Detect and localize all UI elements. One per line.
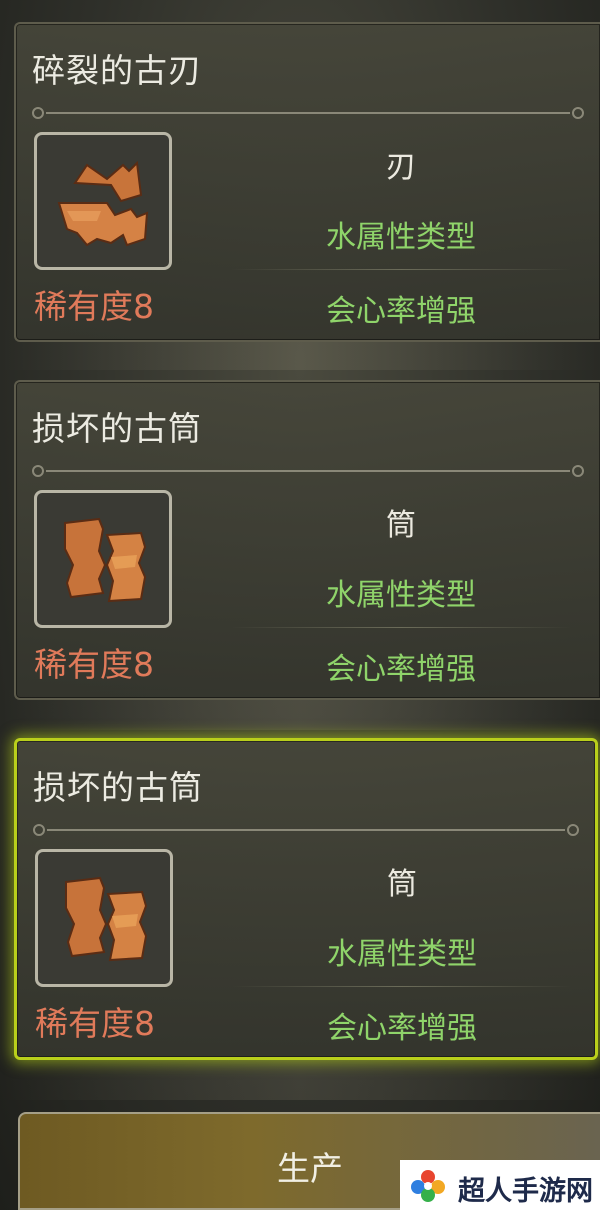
ornament-divider	[32, 106, 584, 120]
flower-logo-icon	[408, 1167, 448, 1207]
weapon-type: 筒	[387, 867, 417, 902]
element-type: 水属性类型	[326, 220, 476, 255]
watermark-text: 超人手游网	[458, 1176, 593, 1207]
rarity-label: 稀有度8	[34, 287, 154, 326]
attribute-separator	[232, 986, 572, 987]
rarity-label: 稀有度8	[34, 645, 154, 684]
broken-cylinder-icon	[34, 490, 172, 628]
material-card-2[interactable]: 损坏的古筒 稀有度8 筒 水属性类型 会心率增强	[14, 380, 600, 700]
skill-bonus: 会心率增强	[326, 294, 476, 329]
card-title: 碎裂的古刃	[32, 51, 202, 90]
skill-bonus: 会心率增强	[326, 652, 476, 687]
broken-cylinder-icon	[35, 849, 173, 987]
card-title: 损坏的古筒	[32, 409, 202, 448]
weapon-type: 筒	[386, 508, 416, 543]
attribute-separator	[231, 269, 571, 270]
ornament-divider	[32, 464, 584, 478]
attribute-separator	[231, 627, 571, 628]
card-title: 损坏的古筒	[33, 768, 203, 807]
weapon-type: 刃	[386, 150, 416, 185]
element-type: 水属性类型	[327, 937, 477, 972]
material-card-3-selected[interactable]: 损坏的古筒 稀有度8 筒 水属性类型 会心率增强	[14, 738, 598, 1060]
material-card-1[interactable]: 碎裂的古刃 稀有度8 刃 水属性类型 会心率增强	[14, 22, 600, 342]
element-type: 水属性类型	[326, 578, 476, 613]
watermark: 超人手游网	[400, 1160, 600, 1210]
rarity-label: 稀有度8	[35, 1004, 155, 1043]
skill-bonus: 会心率增强	[327, 1011, 477, 1046]
broken-blade-icon	[34, 132, 172, 270]
ornament-divider	[33, 823, 579, 837]
